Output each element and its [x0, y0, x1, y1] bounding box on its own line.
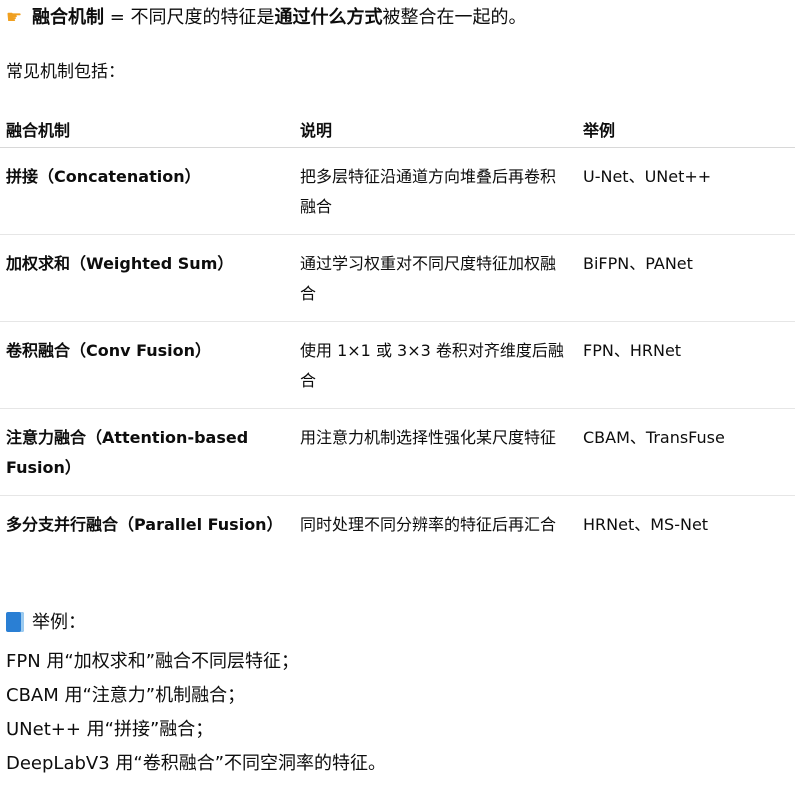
mechanism-cell: 注意力融合（Attention-based Fusion）: [0, 408, 294, 496]
example-cell: U-Net、UNet++: [577, 147, 795, 235]
list-item: DeepLabV3 用“卷积融合”不同空洞率的特征。: [6, 753, 387, 774]
description-cell: 使用 1×1 或 3×3 卷积对齐维度后融合: [294, 321, 577, 409]
blue-book-icon: [6, 612, 24, 632]
description-cell: 同时处理不同分辨率的特征后再汇合: [300, 515, 557, 534]
definition-line: ☛ 融合机制 = 不同尺度的特征是通过什么方式被整合在一起的。: [6, 4, 527, 32]
examples-title: 举例：: [32, 612, 86, 633]
examples-list: FPN 用“加权求和”融合不同层特征； CBAM 用“注意力”机制融合； UNe…: [6, 645, 386, 781]
column-header-example: 举例: [577, 111, 795, 148]
list-item: UNet++ 用“拼接”融合；: [6, 719, 214, 740]
table-row: 卷积融合（Conv Fusion） 使用 1×1 或 3×3 卷积对齐维度后融合…: [0, 321, 795, 409]
pointing-hand-icon: ☛: [6, 7, 23, 28]
example-cell: CBAM、TransFuse: [577, 408, 795, 496]
example-cell: HRNet、MS-Net: [583, 515, 709, 534]
mechanism-cell: 拼接（Concatenation）: [0, 147, 294, 235]
definition-emphasis: 通过什么方式: [274, 7, 383, 28]
table-header-row: 融合机制 说明 举例: [0, 111, 795, 148]
fusion-mechanism-table: 融合机制 说明 举例 拼接（Concatenation） 把多层特征沿通道方向堆…: [0, 111, 795, 552]
table-row: 加权求和（Weighted Sum） 通过学习权重对不同尺度特征加权融合 BiF…: [0, 234, 795, 322]
description-cell: 通过学习权重对不同尺度特征加权融合: [294, 234, 577, 322]
column-header-description: 说明: [294, 111, 577, 148]
table-row: 多分支并行融合（Parallel Fusion） 同时处理不同分辨率的特征后再汇…: [0, 496, 795, 553]
description-cell: 把多层特征沿通道方向堆叠后再卷积融合: [294, 147, 577, 235]
definition-rest: 被整合在一起的。: [382, 7, 527, 28]
mechanism-cell: 多分支并行融合（Parallel Fusion）: [6, 515, 283, 534]
mechanism-cell: 加权求和（Weighted Sum）: [0, 234, 294, 322]
column-header-mechanism: 融合机制: [0, 111, 294, 148]
examples-heading: 举例：: [6, 609, 86, 637]
example-cell: FPN、HRNet: [577, 321, 795, 409]
mechanism-cell: 卷积融合（Conv Fusion）: [0, 321, 294, 409]
list-item: CBAM 用“注意力”机制融合；: [6, 685, 246, 706]
list-item: FPN 用“加权求和”融合不同层特征；: [6, 651, 300, 672]
description-cell: 用注意力机制选择性强化某尺度特征: [294, 408, 577, 496]
intro-text: 常见机制包括：: [6, 62, 125, 82]
definition-term: 融合机制: [32, 7, 104, 28]
table-row: 注意力融合（Attention-based Fusion） 用注意力机制选择性强…: [0, 408, 795, 496]
example-cell: BiFPN、PANet: [577, 234, 795, 322]
definition-equals: = 不同尺度的特征是: [104, 7, 275, 28]
table-row: 拼接（Concatenation） 把多层特征沿通道方向堆叠后再卷积融合 U-N…: [0, 147, 795, 235]
